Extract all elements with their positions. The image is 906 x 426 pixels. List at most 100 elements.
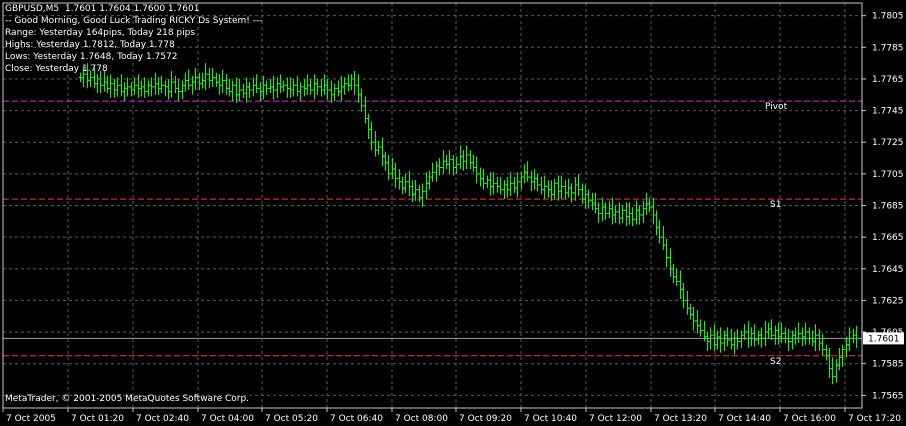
x-tick-label: 7 Oct 13:20 [654, 414, 707, 424]
ohlc-bar [668, 248, 673, 277]
grid [3, 3, 862, 408]
current-price-label: 1.7601 [868, 334, 900, 344]
ohlc-bar [654, 210, 659, 236]
x-tick-label: 7 Oct 12:00 [589, 414, 642, 424]
ohlc-bar [790, 330, 795, 350]
ohlc-bar [641, 200, 646, 223]
ohlc-bar [268, 78, 273, 94]
ohlc-bar [441, 150, 446, 174]
ohlc-bar [420, 183, 425, 208]
range-text: Range: Yesterday 164pips, Today 218 pips [5, 28, 196, 38]
ohlc-bar [471, 154, 476, 173]
x-tick-label: 7 Oct 10:40 [524, 414, 577, 424]
ohlc-bar [275, 77, 280, 98]
y-tick-label: 1.7765 [872, 75, 904, 85]
ohlc-bar [156, 77, 161, 95]
ohlc-bar [366, 113, 371, 140]
ohlc-bar [525, 161, 530, 182]
ohlc-bar [251, 77, 256, 97]
ohlc-bar [542, 175, 547, 200]
y-tick-label: 1.7585 [872, 360, 904, 370]
ohlc-bar [613, 205, 618, 223]
ohlc-bar [763, 320, 768, 347]
ohlc-bar [464, 145, 469, 170]
ohlc-bar [593, 192, 598, 214]
ohlc-bar [142, 77, 147, 98]
ohlc-bar [214, 72, 219, 87]
ohlc-bar [336, 80, 341, 97]
ohlc-bar [746, 320, 751, 348]
ohlc-bar [634, 200, 639, 225]
ohlc-bar [122, 82, 127, 102]
y-tick-label: 1.7625 [872, 296, 904, 306]
ohlc-bar [454, 156, 459, 174]
ohlc-bar [403, 173, 408, 193]
ohlc-bar [247, 82, 252, 98]
chart-window[interactable]: Pivot S1 S2 1.7805 1.7785 1.7765 1.7745 1.7725… [0, 0, 906, 426]
ohlc-bar [112, 78, 117, 98]
ohlc-bar [749, 327, 754, 347]
ohlc-bar [854, 325, 859, 348]
ohlc-bar [830, 357, 835, 385]
ohlc-bar [600, 197, 605, 222]
ohlc-bar [458, 145, 463, 170]
ohlc-bar [180, 80, 185, 100]
level-label-s1: S1 [770, 200, 781, 210]
ohlc-bar [715, 330, 720, 350]
ohlc-bar [430, 162, 435, 182]
ohlc-bar [488, 172, 493, 197]
ohlc-bar [176, 78, 181, 102]
ohlc-bar [580, 183, 585, 204]
ohlc-bar [485, 175, 490, 189]
ohlc-bar [769, 319, 774, 340]
ohlc-bar [820, 333, 825, 356]
ohlc-bar [637, 205, 642, 225]
ohlc-bar [254, 74, 259, 94]
ohlc-bar [793, 327, 798, 345]
ohlc-bar [437, 158, 442, 176]
ohlc-bar [108, 74, 113, 98]
ohlc-bar [495, 177, 500, 193]
ohlc-bar [451, 154, 456, 176]
ohlc-bar [417, 184, 422, 203]
ohlc-bar [552, 178, 557, 200]
lows-text: Lows: Yesterday 1.7648, Today 1.7572 [5, 52, 178, 62]
ohlc-bar [349, 74, 354, 91]
ohlc-bar [329, 80, 334, 103]
ohlc-bar [661, 226, 666, 250]
ohlc-bar [620, 205, 625, 223]
ohlc-bar [674, 268, 679, 287]
ohlc-bar [512, 177, 517, 193]
ohlc-bar [203, 63, 208, 91]
ohlc-bar [363, 96, 368, 124]
ohlc-bar [166, 78, 171, 100]
x-tick-label: 7 Oct 08:00 [395, 414, 448, 424]
ohlc-bar [105, 75, 110, 94]
ohlc-bar [573, 177, 578, 201]
ohlc-bar [505, 177, 510, 198]
ohlc-bar [149, 77, 154, 97]
ohlc-bar [288, 77, 293, 98]
ohlc-bar [115, 77, 120, 97]
ohlc-bar [312, 74, 317, 100]
ohlc-bar [413, 180, 418, 201]
ohlc-bar [837, 347, 842, 371]
greeting-text: -- Good Morning, Good Luck Trading RICKY… [5, 16, 263, 26]
y-tick-label: 1.7705 [872, 170, 904, 180]
ohlc-bar [508, 172, 513, 197]
ohlc-bar [291, 78, 296, 97]
ohlc-bar [563, 180, 568, 200]
x-tick-label: 7 Oct 02:40 [136, 414, 189, 424]
copyright-text: MetaTrader, © 2001-2005 MetaQuotes Softw… [5, 394, 250, 404]
ohlc-bar [264, 80, 269, 95]
ohlc-bar [230, 80, 235, 102]
ohlc-bar [217, 74, 222, 95]
y-tick-label: 1.7745 [872, 107, 904, 117]
x-tick-label: 7 Oct 16:00 [783, 414, 836, 424]
ohlc-bar [281, 80, 286, 92]
ohlc-bar [244, 77, 249, 103]
ohlc-bars [78, 63, 859, 385]
price-chart[interactable]: Pivot S1 S2 1.7805 1.7785 1.7765 1.7745 1.7725… [0, 0, 906, 426]
ohlc-bar [397, 169, 402, 190]
ohlc-bar [237, 78, 242, 102]
